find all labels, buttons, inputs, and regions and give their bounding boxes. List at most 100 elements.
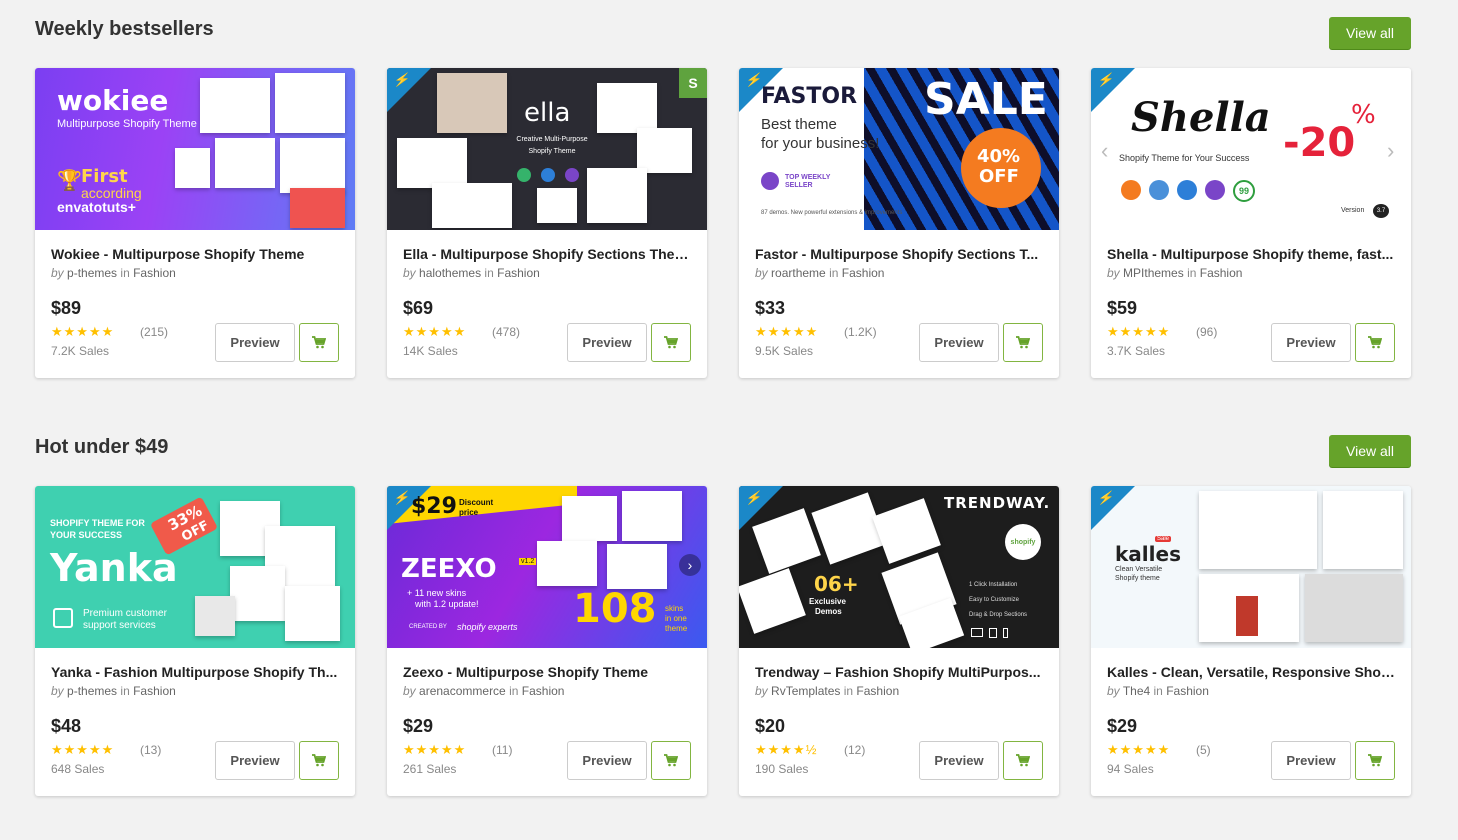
category-link[interactable]: Fashion — [497, 266, 540, 280]
product-thumbnail[interactable]: ⚡ kalles Sale Clean Versatile Shopify th… — [1091, 486, 1411, 648]
preview-button[interactable]: Preview — [215, 323, 295, 362]
author-link[interactable]: p-themes — [67, 684, 117, 698]
cart-icon — [664, 754, 678, 767]
thumb-text: SELLER — [785, 182, 813, 189]
feature-icon — [1205, 180, 1225, 200]
view-all-button[interactable]: View all — [1329, 17, 1411, 49]
preview-button[interactable]: Preview — [567, 741, 647, 780]
thumb-text: 87 demos. New powerful extensions & impr… — [761, 210, 903, 216]
product-card[interactable]: SHOPIFY THEME FOR YOUR SUCCESS Yanka 33%… — [35, 486, 355, 796]
rating-stars: ★★★★★ — [51, 742, 115, 757]
cart-icon — [312, 754, 326, 767]
chevron-left-icon[interactable]: ‹ — [1101, 138, 1108, 164]
product-card[interactable]: ⚡ › $29 Discount price ZEEXO v1.2 + 11 n… — [387, 486, 707, 796]
product-name[interactable]: Ella - Multipurpose Shopify Sections The… — [403, 246, 691, 264]
cart-icon — [664, 336, 678, 349]
category-link[interactable]: Fashion — [856, 684, 899, 698]
section-hot-under-49: Hot under $49 View all SHOPIFY THEME FOR… — [35, 435, 1411, 796]
thumb-text: 40% — [977, 146, 1021, 167]
cart-icon — [1016, 754, 1030, 767]
product-thumbnail[interactable]: ⚡ S ella Creative Multi-Purpose Shopify … — [387, 68, 707, 230]
product-name[interactable]: Yanka - Fashion Multipurpose Shopify Th.… — [51, 664, 339, 682]
product-name[interactable]: Kalles - Clean, Versatile, Responsive Sh… — [1107, 664, 1395, 682]
preview-button[interactable]: Preview — [1271, 323, 1351, 362]
author-link[interactable]: RvTemplates — [771, 684, 840, 698]
view-all-button[interactable]: View all — [1329, 435, 1411, 467]
author-link[interactable]: p-themes — [67, 266, 117, 280]
section-header: Weekly bestsellers View all — [35, 17, 1411, 49]
preview-button[interactable]: Preview — [919, 741, 999, 780]
product-card[interactable]: ⚡ FASTOR Best theme for your business! S… — [739, 68, 1059, 378]
sales-count: 190 Sales — [755, 762, 809, 776]
rating-stars: ★★★★★ — [755, 324, 819, 339]
category-link[interactable]: Fashion — [842, 266, 885, 280]
product-thumbnail[interactable]: ⚡ ‹ › Shella Shopify Theme for Your Succ… — [1091, 68, 1411, 230]
author-link[interactable]: The4 — [1123, 684, 1150, 698]
category-link[interactable]: Fashion — [1166, 684, 1209, 698]
product-name[interactable]: Fastor - Multipurpose Shopify Sections T… — [755, 246, 1043, 264]
shopify-icon: shopify — [1005, 524, 1041, 560]
rating-stars: ★★★★★ — [403, 324, 467, 339]
chevron-right-icon[interactable]: › — [1387, 138, 1394, 164]
desktop-icon — [971, 628, 983, 637]
add-to-cart-button[interactable] — [1003, 323, 1043, 362]
lightning-bolt-icon: ⚡ — [392, 490, 412, 505]
rating-stars: ★★★★★ — [51, 324, 115, 339]
product-name[interactable]: Trendway – Fashion Shopify MultiPurpos..… — [755, 664, 1043, 682]
preview-button[interactable]: Preview — [919, 323, 999, 362]
author-link[interactable]: MPIthemes — [1123, 266, 1184, 280]
preview-button[interactable]: Preview — [1271, 741, 1351, 780]
product-thumbnail[interactable]: ⚡ TRENDWAY. shopify 06+ Exclusive Demos … — [739, 486, 1059, 648]
chevron-right-icon[interactable]: › — [679, 554, 701, 576]
product-byline: by roartheme in Fashion — [755, 266, 885, 280]
thumb-logo-text: ZEEXO — [401, 554, 497, 584]
category-link[interactable]: Fashion — [133, 266, 176, 280]
author-link[interactable]: arenacommerce — [419, 684, 506, 698]
preview-button[interactable]: Preview — [215, 741, 295, 780]
add-to-cart-button[interactable] — [299, 323, 339, 362]
rating-count: (13) — [140, 743, 162, 757]
thumb-text: Demos — [815, 607, 842, 616]
category-link[interactable]: Fashion — [133, 684, 176, 698]
thumb-logo-text: FASTOR — [761, 84, 858, 109]
preview-button[interactable]: Preview — [567, 323, 647, 362]
category-link[interactable]: Fashion — [1200, 266, 1243, 280]
add-to-cart-button[interactable] — [1003, 741, 1043, 780]
author-link[interactable]: halothemes — [419, 266, 481, 280]
product-card[interactable]: wokiee Multipurpose Shopify Theme 🏆 Firs… — [35, 68, 355, 378]
lightning-bolt-icon: ⚡ — [392, 72, 412, 87]
product-card[interactable]: ⚡ S ella Creative Multi-Purpose Shopify … — [387, 68, 707, 378]
sales-count: 9.5K Sales — [755, 344, 814, 358]
mobile-icon — [1003, 628, 1008, 638]
section-title: Hot under $49 — [35, 436, 169, 458]
product-card[interactable]: ⚡ kalles Sale Clean Versatile Shopify th… — [1091, 486, 1411, 796]
product-name[interactable]: Shella - Multipurpose Shopify theme, fas… — [1107, 246, 1395, 264]
product-name[interactable]: Wokiee - Multipurpose Shopify Theme — [51, 246, 339, 264]
thumb-text: -20 — [1283, 120, 1356, 166]
product-card[interactable]: ⚡ ‹ › Shella Shopify Theme for Your Succ… — [1091, 68, 1411, 378]
sales-count: 14K Sales — [403, 344, 458, 358]
product-thumbnail[interactable]: wokiee Multipurpose Shopify Theme 🏆 Firs… — [35, 68, 355, 230]
sales-count: 3.7K Sales — [1107, 344, 1166, 358]
add-to-cart-button[interactable] — [651, 323, 691, 362]
shopify-icon: S — [679, 68, 707, 98]
product-thumbnail[interactable]: ⚡ FASTOR Best theme for your business! S… — [739, 68, 1059, 230]
thumb-text: v1.2 — [519, 558, 537, 565]
product-name[interactable]: Zeexo - Multipurpose Shopify Theme — [403, 664, 691, 682]
product-byline: by RvTemplates in Fashion — [755, 684, 900, 698]
add-to-cart-button[interactable] — [299, 741, 339, 780]
add-to-cart-button[interactable] — [1355, 323, 1395, 362]
category-link[interactable]: Fashion — [522, 684, 565, 698]
add-to-cart-button[interactable] — [651, 741, 691, 780]
product-thumbnail[interactable]: SHOPIFY THEME FOR YOUR SUCCESS Yanka 33%… — [35, 486, 355, 648]
feature-icon — [1121, 180, 1141, 200]
product-price: $29 — [403, 716, 434, 736]
support-chat-icon — [53, 608, 73, 628]
thumb-text: envatotuts+ — [57, 199, 136, 215]
add-to-cart-button[interactable] — [1355, 741, 1395, 780]
version-badge: 3.7 — [1373, 204, 1389, 218]
product-thumbnail[interactable]: ⚡ › $29 Discount price ZEEXO v1.2 + 11 n… — [387, 486, 707, 648]
product-card[interactable]: ⚡ TRENDWAY. shopify 06+ Exclusive Demos … — [739, 486, 1059, 796]
author-link[interactable]: roartheme — [771, 266, 826, 280]
sales-count: 261 Sales — [403, 762, 457, 776]
